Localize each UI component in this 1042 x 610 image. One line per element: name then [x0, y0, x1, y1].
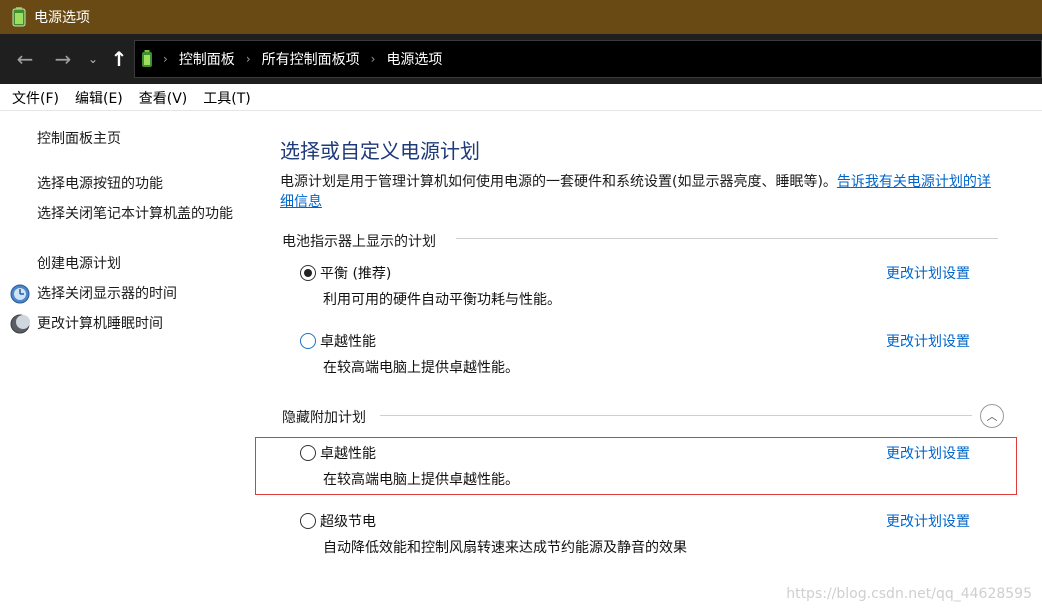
forward-arrow-icon[interactable]: → [50, 46, 76, 72]
battery-plans-section-title: 电池指示器上显示的计划 [282, 234, 436, 250]
breadcrumb-all-items[interactable]: 所有控制面板项 [262, 49, 360, 69]
left-pane: 控制面板主页 选择电源按钮的功能 选择关闭笔记本计算机盖的功能 创建电源计划 选… [0, 111, 255, 610]
description-text: 电源计划是用于管理计算机如何使用电源的一套硬件和系统设置(如显示器亮度、睡眠等)… [280, 174, 837, 190]
plan-name: 卓越性能 [320, 334, 376, 350]
main-content: 选择或自定义电源计划 电源计划是用于管理计算机如何使用电源的一套硬件和系统设置(… [280, 111, 1020, 610]
breadcrumb-separator-icon: › [163, 52, 168, 66]
breadcrumb-separator-icon: › [245, 52, 251, 66]
collapse-hidden-plans-chevron-icon[interactable]: ︿ [980, 404, 1004, 428]
create-power-plan-link[interactable]: 创建电源计划 [37, 254, 121, 274]
sleep-time-link[interactable]: 更改计算机睡眠时间 [37, 314, 163, 334]
plan-description: 自动降低效能和控制风扇转速来达成节约能源及静音的效果 [323, 540, 687, 556]
menu-edit[interactable]: 编辑(E) [75, 88, 123, 108]
plan-super-power-saver-radio[interactable] [300, 513, 316, 529]
menu-bar: 文件(F) 编辑(E) 查看(V) 工具(T) [0, 85, 1042, 111]
battery-icon [12, 7, 26, 27]
address-bar[interactable]: › 控制面板 › 所有控制面板项 › 电源选项 [134, 40, 1042, 78]
navigation-bar: ← → ⌄ ↑ › 控制面板 › 所有控制面板项 › 电源选项 [0, 34, 1042, 84]
menu-tools[interactable]: 工具(T) [203, 88, 250, 108]
sleep-icon [10, 314, 30, 334]
watermark-text: https://blog.csdn.net/qq_44628595 [786, 586, 1032, 602]
up-arrow-icon[interactable]: ↑ [106, 46, 132, 72]
plan-description: 利用可用的硬件自动平衡功耗与性能。 [323, 292, 561, 308]
plan-description: 在较高端电脑上提供卓越性能。 [323, 360, 519, 376]
plan-ultimate-performance-radio[interactable] [300, 333, 316, 349]
breadcrumb-separator-icon: › [370, 52, 376, 66]
menu-view[interactable]: 查看(V) [139, 88, 188, 108]
change-plan-settings-link[interactable]: 更改计划设置 [886, 511, 970, 531]
plan-name: 超级节电 [320, 514, 376, 530]
change-plan-settings-link[interactable]: 更改计划设置 [886, 263, 970, 283]
breadcrumb-power-options[interactable]: 电源选项 [386, 49, 442, 69]
page-description: 电源计划是用于管理计算机如何使用电源的一套硬件和系统设置(如显示器亮度、睡眠等)… [280, 172, 998, 212]
power-button-function-link[interactable]: 选择电源按钮的功能 [37, 174, 163, 194]
back-arrow-icon[interactable]: ← [12, 46, 38, 72]
highlight-box [255, 437, 1017, 495]
title-bar: 电源选项 [0, 0, 1042, 34]
display-icon [10, 284, 30, 304]
menu-file[interactable]: 文件(F) [12, 88, 59, 108]
hidden-plans-section-title: 隐藏附加计划 [282, 410, 366, 426]
lid-close-function-link[interactable]: 选择关闭笔记本计算机盖的功能 [37, 204, 242, 224]
plan-balanced-radio[interactable] [300, 265, 316, 281]
page-title: 选择或自定义电源计划 [280, 139, 480, 163]
battery-icon [142, 50, 152, 67]
section-divider [380, 415, 972, 416]
breadcrumb-control-panel[interactable]: 控制面板 [179, 49, 235, 69]
plan-name: 平衡 (推荐) [320, 266, 392, 282]
control-panel-home-link[interactable]: 控制面板主页 [37, 129, 121, 149]
recent-locations-chevron-icon[interactable]: ⌄ [83, 46, 103, 72]
window-title: 电源选项 [34, 10, 90, 26]
section-divider [456, 238, 998, 239]
display-off-time-link[interactable]: 选择关闭显示器的时间 [37, 284, 177, 304]
change-plan-settings-link[interactable]: 更改计划设置 [886, 331, 970, 351]
